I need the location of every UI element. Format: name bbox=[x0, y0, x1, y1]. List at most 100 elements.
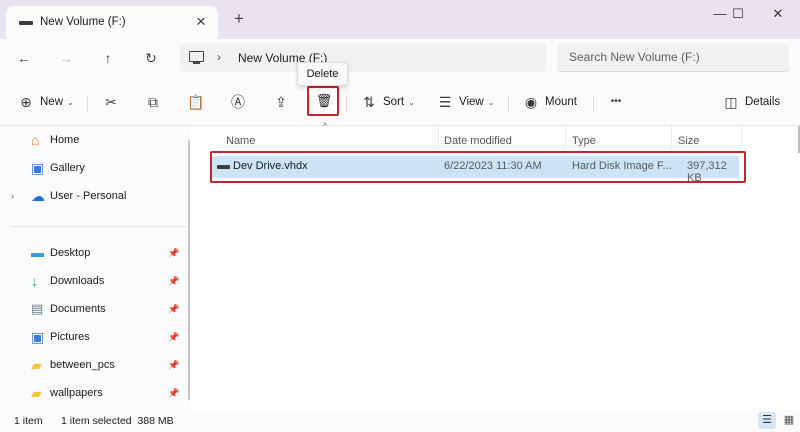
file-highlight-box bbox=[210, 151, 746, 183]
sidebar-divider bbox=[10, 226, 186, 227]
cloud-icon: ☁ bbox=[31, 188, 45, 204]
sidebar-item-gallery[interactable]: ▣ Gallery bbox=[0, 155, 190, 181]
selection-info: 1 item selected 388 MB bbox=[61, 415, 174, 427]
sidebar-item-between-pcs[interactable]: ▰ between_pcs 📌 bbox=[0, 352, 190, 378]
column-header-type[interactable]: Type bbox=[572, 131, 596, 151]
details-pane-button[interactable]: ◫ Details bbox=[722, 89, 780, 115]
share-button[interactable]: ⇪ bbox=[272, 89, 290, 115]
more-icon: ••• bbox=[610, 96, 622, 107]
cut-button[interactable]: ✂ bbox=[102, 89, 120, 115]
this-pc-icon bbox=[189, 51, 204, 64]
navigation-pane: ⌂ Home ▣ Gallery › ☁ User - Personal ▬ D… bbox=[0, 126, 190, 410]
chevron-down-icon: ⌄ bbox=[487, 97, 495, 107]
paste-button[interactable]: 📋 bbox=[187, 89, 205, 115]
share-icon: ⇪ bbox=[275, 94, 287, 110]
view-icon: ☰ bbox=[438, 94, 452, 110]
forward-button[interactable]: → bbox=[55, 47, 77, 69]
pin-icon[interactable]: 📌 bbox=[168, 276, 179, 287]
copy-icon: ⧉ bbox=[148, 94, 158, 110]
refresh-button[interactable]: ↻ bbox=[140, 47, 162, 69]
more-options-button[interactable]: ••• bbox=[606, 89, 626, 115]
column-header-size[interactable]: Size bbox=[678, 131, 699, 151]
column-divider[interactable] bbox=[671, 126, 672, 150]
pictures-icon: ▣ bbox=[31, 329, 45, 345]
close-window-button[interactable]: ✕ bbox=[760, 4, 796, 24]
maximize-button[interactable]: ☐ bbox=[720, 4, 756, 24]
sidebar-item-label: Desktop bbox=[50, 247, 91, 259]
details-label: Details bbox=[745, 96, 781, 108]
column-divider[interactable] bbox=[565, 126, 566, 150]
sidebar-item-label: between_pcs bbox=[50, 359, 115, 371]
column-header-name[interactable]: Name bbox=[226, 131, 255, 151]
folder-icon: ▰ bbox=[31, 385, 42, 401]
divider bbox=[346, 96, 347, 112]
pin-icon[interactable]: 📌 bbox=[168, 304, 179, 315]
new-button[interactable]: ⊕ New ⌄ bbox=[17, 89, 74, 115]
sidebar-item-onedrive[interactable]: › ☁ User - Personal bbox=[0, 183, 190, 209]
desktop-icon: ▬ bbox=[31, 245, 44, 260]
clipboard-icon: 📋 bbox=[187, 94, 205, 110]
rename-icon: Ⓐ bbox=[231, 94, 245, 110]
sidebar-item-downloads[interactable]: ↓ Downloads 📌 bbox=[0, 268, 190, 294]
tab-close-icon[interactable]: ✕ bbox=[193, 14, 209, 30]
tab-new-volume[interactable]: New Volume (F:) ✕ bbox=[6, 6, 218, 39]
search-input[interactable]: Search New Volume (F:) bbox=[557, 43, 789, 72]
sort-icon: ⇅ bbox=[363, 94, 375, 110]
search-placeholder: Search New Volume (F:) bbox=[569, 50, 700, 64]
tiles-view-button[interactable]: ▦ bbox=[780, 412, 798, 429]
address-bar[interactable]: › New Volume (F:) bbox=[180, 43, 546, 72]
back-button[interactable]: ← bbox=[13, 47, 35, 69]
copy-button[interactable]: ⧉ bbox=[144, 89, 162, 115]
plus-circle-icon: ⊕ bbox=[20, 94, 32, 110]
sidebar-item-wallpapers[interactable]: ▰ wallpapers 📌 bbox=[0, 380, 190, 406]
delete-button[interactable]: 🗑 bbox=[307, 86, 339, 116]
sidebar-item-label: Downloads bbox=[50, 275, 105, 287]
navigation-bar: ← → ↑ ↻ › New Volume (F:) Search New Vol… bbox=[0, 39, 800, 79]
scissors-icon: ✂ bbox=[105, 94, 117, 110]
view-button[interactable]: ☰ View ⌄ bbox=[436, 89, 495, 115]
breadcrumb-separator: › bbox=[217, 50, 221, 64]
mount-button[interactable]: ◉ Mount bbox=[522, 89, 577, 115]
pin-icon[interactable]: 📌 bbox=[168, 360, 179, 371]
document-icon: ▤ bbox=[31, 301, 44, 316]
drive-icon bbox=[19, 21, 33, 25]
pin-icon[interactable]: 📌 bbox=[168, 332, 179, 343]
rename-button[interactable]: Ⓐ bbox=[229, 89, 247, 115]
sort-button[interactable]: ⇅ Sort ⌄ bbox=[360, 89, 415, 115]
delete-tooltip: Delete bbox=[297, 62, 348, 86]
gallery-icon: ▣ bbox=[31, 160, 45, 176]
chevron-right-icon[interactable]: › bbox=[11, 191, 14, 201]
sidebar-item-documents[interactable]: ▤ Documents 📌 bbox=[0, 296, 190, 322]
mount-label: Mount bbox=[545, 96, 577, 108]
sidebar-item-home[interactable]: ⌂ Home bbox=[0, 127, 190, 153]
details-view-button[interactable]: ☰ bbox=[758, 412, 776, 429]
divider bbox=[593, 96, 594, 112]
divider bbox=[508, 96, 509, 112]
column-divider[interactable] bbox=[438, 126, 439, 150]
sidebar-item-desktop[interactable]: ▬ Desktop 📌 bbox=[0, 240, 190, 266]
chevron-down-icon: ⌄ bbox=[67, 97, 74, 107]
column-divider[interactable] bbox=[741, 126, 742, 150]
tab-title: New Volume (F:) bbox=[40, 16, 126, 28]
column-header-date[interactable]: Date modified bbox=[444, 131, 512, 151]
up-button[interactable]: ↑ bbox=[97, 47, 119, 69]
pin-icon[interactable]: 📌 bbox=[168, 248, 179, 259]
sidebar-item-label: Home bbox=[50, 134, 80, 146]
divider bbox=[87, 96, 88, 112]
view-label: View bbox=[459, 96, 484, 108]
sidebar-item-label: Documents bbox=[50, 303, 106, 315]
pin-icon[interactable]: 📌 bbox=[168, 388, 179, 399]
command-bar: ⊕ New ⌄ ✂ ⧉ 📋 Ⓐ ⇪ ⇅ Sort ⌄ ☰ View ⌄ ◉ Mo… bbox=[0, 79, 800, 126]
sidebar-item-label: wallpapers bbox=[50, 387, 103, 399]
details-pane-icon: ◫ bbox=[724, 94, 738, 110]
sort-label: Sort bbox=[383, 96, 405, 108]
new-label: New bbox=[40, 96, 64, 108]
sidebar-item-label: Pictures bbox=[50, 331, 90, 343]
download-icon: ↓ bbox=[31, 273, 38, 289]
sidebar-item-pictures[interactable]: ▣ Pictures 📌 bbox=[0, 324, 190, 350]
chevron-down-icon: ⌄ bbox=[408, 97, 415, 107]
disc-icon: ◉ bbox=[524, 94, 538, 110]
new-tab-button[interactable]: + bbox=[230, 10, 248, 28]
sidebar-item-label: User - Personal bbox=[50, 190, 127, 202]
home-icon: ⌂ bbox=[31, 132, 40, 148]
